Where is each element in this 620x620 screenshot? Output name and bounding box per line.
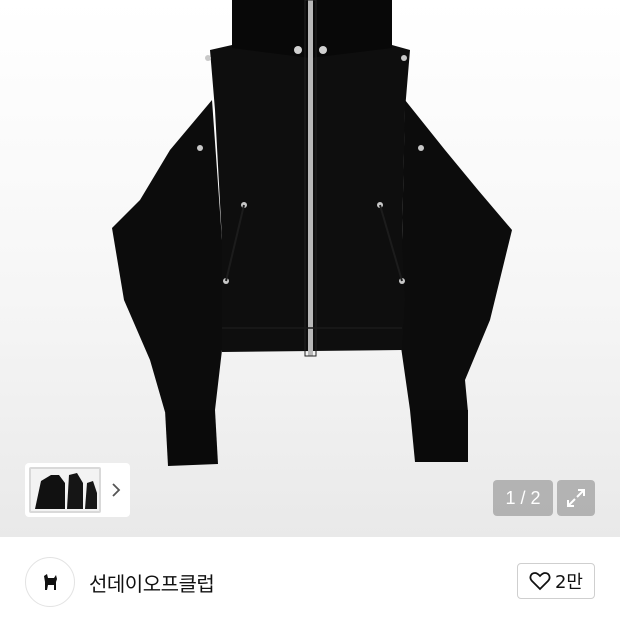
expand-button[interactable]	[557, 480, 595, 516]
thumbnail-hoodie-icon	[35, 473, 97, 509]
like-count: 2만	[554, 572, 583, 593]
product-image-gallery[interactable]: 1 / 2	[0, 0, 620, 537]
image-pager: 1 / 2	[493, 480, 553, 516]
heart-icon	[529, 572, 551, 591]
thumbnail-image[interactable]	[29, 467, 101, 513]
store-avatar[interactable]	[25, 557, 75, 607]
product-image	[112, 0, 512, 466]
store-name[interactable]: 선데이오프클럽	[89, 568, 215, 597]
store-info-bar: 선데이오프클럽 2만	[0, 537, 620, 620]
dog-logo-icon	[44, 574, 57, 590]
thumbnail-strip[interactable]	[25, 463, 130, 517]
expand-icon	[567, 489, 585, 507]
like-button[interactable]: 2만	[517, 563, 595, 599]
chevron-right-icon[interactable]	[110, 481, 122, 499]
